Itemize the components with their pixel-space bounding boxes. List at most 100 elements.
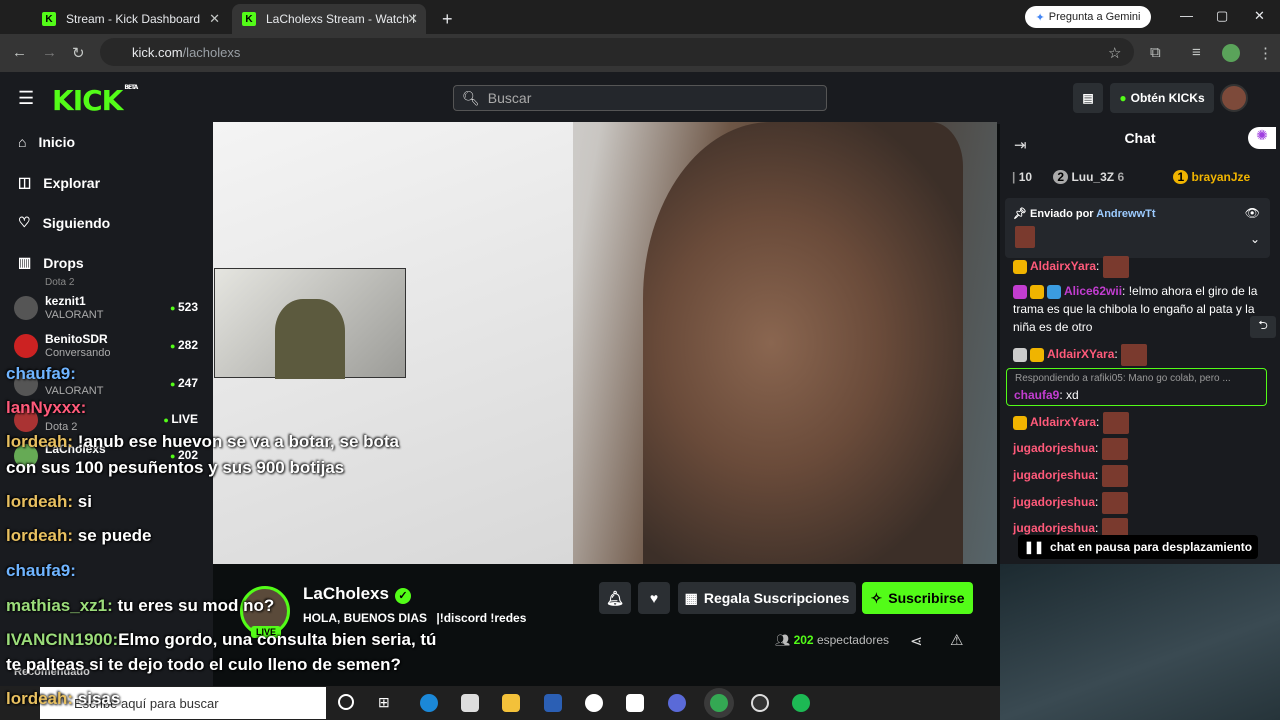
cortana-icon[interactable] [338,694,354,710]
emote [1101,438,1128,460]
mail-icon[interactable] [626,694,644,712]
reply-arrow-icon[interactable]: ⮌ [1250,316,1276,338]
emote [1101,465,1128,487]
spotify-icon[interactable] [792,694,810,712]
subscribe-button[interactable]: ✧ Suscribirse [862,582,973,614]
viewer-count: 👥︎ 202 espectadores [775,633,889,647]
menu-kebab-icon[interactable]: ⋮ [1258,44,1273,62]
emote [1102,412,1129,434]
sub-badge [1013,348,1027,362]
gift-box-icon[interactable]: ▤ [1073,83,1103,113]
sidebar-item-inicio[interactable]: ⌂ Inicio [18,134,75,150]
tab-lacholexs-stream[interactable]: K LaCholexs Stream - Watch l ✕ [232,4,426,34]
close-tab-icon[interactable]: ✕ [407,11,418,27]
overlay-chat-line: lordeah: si [6,492,92,511]
close-tab-icon[interactable]: ✕ [209,11,220,27]
kicks-coin-icon: ● [1119,91,1127,105]
file-explorer-icon[interactable] [502,694,520,712]
expand-pin-icon[interactable]: ⌄ [1250,232,1260,246]
channel-avatar [14,296,38,320]
secondary-video-overlay [1000,564,1280,720]
follow-heart-button[interactable]: ♥ [638,582,670,614]
maximize-window-icon[interactable]: ▢ [1216,8,1228,24]
search-input[interactable]: 🔍︎ Buscar [453,85,827,111]
overlay-chat-line: lordeah: se puede [6,526,152,545]
kick-favicon-icon: K [242,12,256,26]
chat-message: jugadorjeshua: [1013,492,1268,514]
edge-icon[interactable] [420,694,438,712]
facecam-overlay [214,268,406,379]
chrome-icon[interactable] [710,694,728,712]
crown-badge [1030,284,1044,299]
bell-icon: 🔔︎ [606,589,624,606]
back-icon[interactable]: ← [12,44,27,61]
kick-logo[interactable]: KICK BETA [52,84,138,117]
get-kicks-button[interactable]: ● Obtén KICKs [1110,83,1214,113]
share-icon[interactable]: ⋖ [910,632,923,650]
streamer-name[interactable]: LaCholexs ✓ [303,584,411,604]
gemini-button[interactable]: ✦ Pregunta a Gemini [1025,6,1151,28]
emote [1102,256,1129,278]
chat-message: jugadorjeshua: [1013,438,1268,460]
sidebar-item-explorar[interactable]: ◫ Explorar [18,174,100,191]
sidebar-channel[interactable]: BenitoSDR Conversando 282 [14,330,204,364]
hide-pin-icon[interactable]: 👁︎ [1245,206,1260,220]
gift-icon: ▦ [684,589,698,606]
chat-message: AldairxYara: [1013,412,1268,434]
stream-title: HOLA, BUENOS DIAS |!discord !redes [303,611,527,625]
sidebar-channel[interactable]: keznit1 VALORANT 523 [14,292,204,326]
hamburger-menu-icon[interactable]: ☰ [18,88,34,109]
home-icon: ⌂ [18,134,27,150]
pinned-message[interactable]: 📌︎ Enviado por AndrewwTt 👁︎ ⌄ [1005,198,1270,258]
minimize-window-icon[interactable]: — [1180,8,1193,23]
overlay-chat-line: chaufa9: [6,561,76,580]
pin-icon: 📌︎ [1013,208,1027,220]
reload-icon[interactable]: ↻ [72,44,85,62]
sidebar-item-siguiendo[interactable]: ♡ Siguiendo [18,214,110,231]
sub-badge [1013,284,1027,299]
pause-icon: ❚❚ [1023,540,1045,554]
extension-brain-icon[interactable]: ✺ [1248,127,1276,149]
heart-icon: ♥ [649,590,659,606]
bookmark-star-icon[interactable]: ☆ [1108,44,1121,62]
xbox-icon[interactable] [585,694,603,712]
video-frame-subject [643,122,963,564]
overlay-chat-line: lordeah: !anub ese huevon se va a botar,… [6,432,400,451]
channel-game-label: Dota 2 [45,277,75,288]
chat-message: AldairxYara: [1013,256,1268,278]
heart-icon: ♡ [18,214,31,230]
overlay-chat-line: con sus 100 pesuñentos y sus 900 botijas [6,458,345,477]
emote [1121,344,1148,366]
verified-check-icon: ✓ [394,588,411,604]
chat-message: Alice62wii: !elmo ahora el giro de la tr… [1013,284,1258,334]
obs-icon[interactable] [751,694,769,712]
tab-kick-dashboard[interactable]: K Stream - Kick Dashboard ✕ [32,4,228,34]
facecam-person [275,299,345,379]
emote [1015,226,1035,248]
chat-title: Chat [1124,130,1156,146]
drops-icon: ▥ [18,254,32,270]
sub-badge [1013,260,1027,274]
discord-icon[interactable] [668,694,686,712]
media-controls-icon[interactable]: ≡ [1192,44,1201,61]
forward-icon[interactable]: → [42,44,57,61]
sidebar-item-drops[interactable]: ▥ Drops [18,254,84,271]
word-icon[interactable] [544,694,562,712]
overlay-chat-line: IVANCIN1900:Elmo gordo, una consulta bie… [6,630,437,649]
profile-icon[interactable] [1222,44,1240,62]
new-tab-button[interactable]: + [432,4,456,34]
address-bar[interactable]: kick.com/lacholexs [100,38,1134,66]
reply-message: Respondiendo a rafiki05: Mano go colab, … [1006,368,1267,406]
store-icon[interactable] [461,694,479,712]
chat-paused-banner[interactable]: ❚❚ chat en pausa para desplazamiento [1018,535,1258,559]
chat-message: jugadorjeshua: [1013,465,1268,487]
extensions-icon[interactable]: ⧉ [1150,44,1161,61]
gift-subs-button[interactable]: ▦ Regala Suscripciones [678,582,856,614]
task-view-icon[interactable]: ⊞ [378,694,396,712]
close-window-icon[interactable]: ✕ [1254,8,1265,24]
report-warning-icon[interactable]: ⚠ [950,631,963,649]
user-avatar[interactable] [1220,84,1248,112]
notification-bell-button[interactable]: 🔔︎ [599,582,631,614]
chat-message: AldairXYara: [1013,344,1268,366]
viewers-icon: 👥︎ [775,633,791,647]
